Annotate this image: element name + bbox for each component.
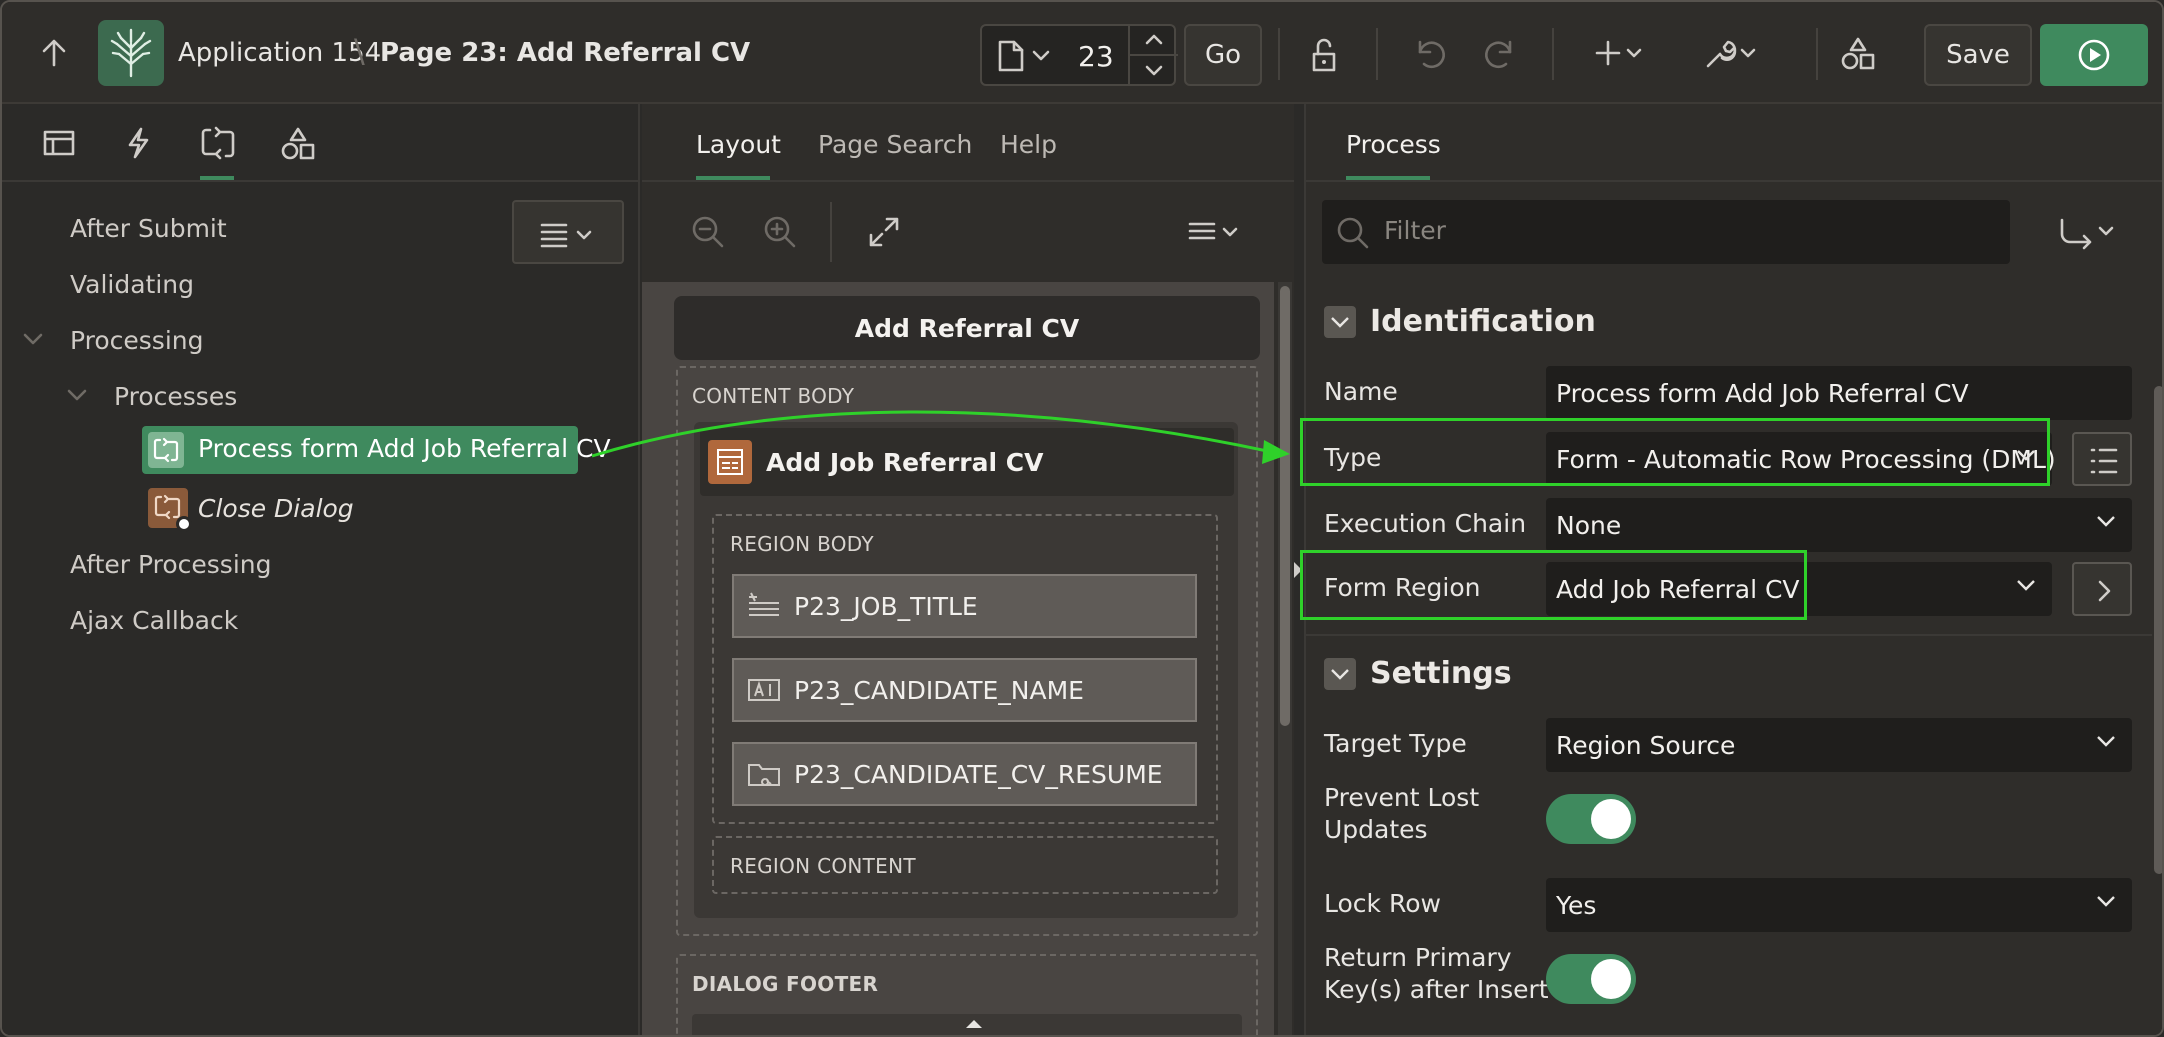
page-designer-window: Application 154 \ Page 23: Add Referral … <box>0 0 2164 1037</box>
annotation-arrow <box>591 410 1290 464</box>
